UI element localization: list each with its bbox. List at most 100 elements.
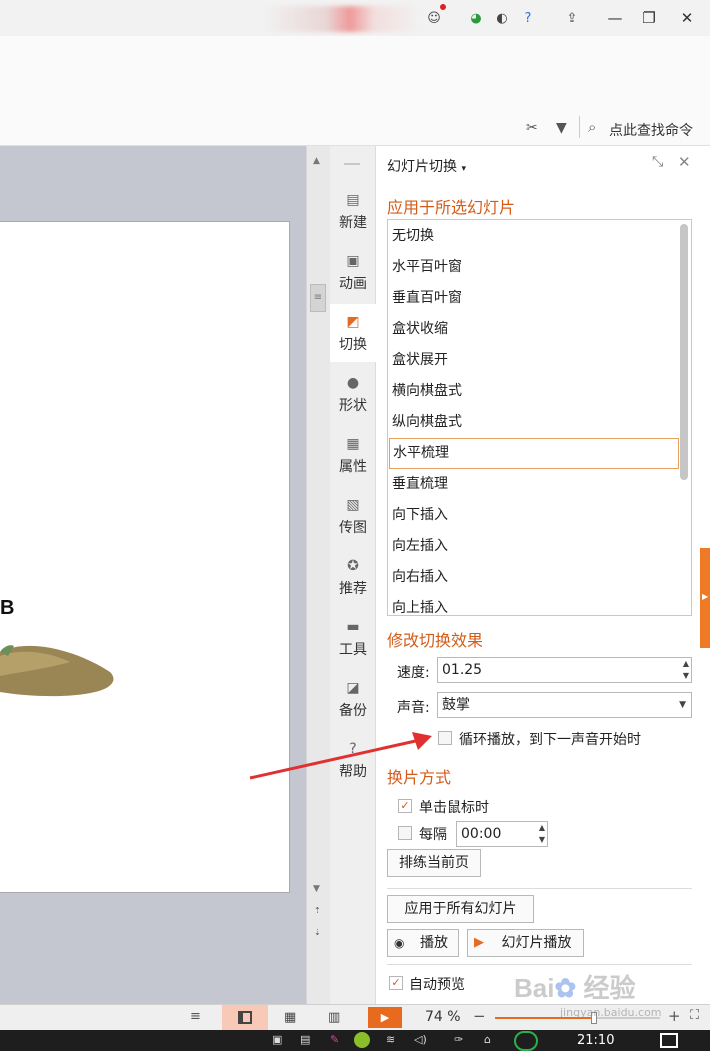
every-checkbox[interactable] [398, 826, 412, 840]
browser-icon[interactable]: ◕ [466, 8, 486, 28]
zoom-level[interactable]: 74 % [425, 1009, 461, 1025]
rail-tab-2[interactable]: ◩ 切换 [330, 304, 376, 362]
normal-view-icon [238, 1011, 252, 1024]
apply-selected-heading: 应用于所选幻灯片 [387, 198, 516, 217]
prev-page-icon[interactable]: ⇡ [314, 906, 321, 915]
pane-close-icon[interactable]: ✕ [678, 153, 691, 171]
transition-list-item[interactable]: 盒状展开 [389, 345, 679, 376]
fit-window-icon[interactable]: ⛶ [690, 1008, 699, 1023]
minimize-button[interactable]: — [602, 6, 628, 30]
modify-effect-heading: 修改切换效果 [387, 631, 484, 650]
pane-title[interactable]: 幻灯片切换 ▾ [387, 156, 466, 176]
rail-tab-5[interactable]: ▧ 传图 [330, 487, 376, 545]
tray-icon[interactable] [514, 1031, 538, 1051]
scroll-thumb[interactable]: ≡ [310, 284, 326, 312]
slideshow-button[interactable]: ▶ 幻灯片播放 [467, 929, 584, 957]
on-click-checkbox[interactable]: ✓ [398, 799, 412, 813]
sound-label: 声音: [397, 700, 430, 716]
rail-tab-7[interactable]: ▬ 工具 [330, 609, 376, 667]
clock[interactable]: 21:10 [577, 1033, 614, 1048]
collapse-pane-tab[interactable]: ▶ [700, 548, 710, 648]
rail-tab-label: 切换 [339, 336, 367, 353]
transition-list-item[interactable]: 向下插入 [389, 500, 679, 531]
rail-tab-0[interactable]: ▤ 新建 [330, 182, 376, 240]
stepper-up-icon[interactable]: ▲ [683, 658, 689, 670]
play-button[interactable]: ◉ 播放 [387, 929, 459, 957]
slideshow-start-button[interactable]: ▶ [368, 1007, 402, 1028]
tray-icon[interactable]: ▤ [300, 1033, 310, 1046]
rail-tab-label: 动画 [339, 275, 367, 292]
tray-icon[interactable]: ▣ [272, 1033, 282, 1046]
list-scrollbar-thumb[interactable] [680, 224, 688, 480]
network-icon[interactable]: ≋ [386, 1033, 395, 1046]
rehearse-button[interactable]: 排练当前页 [387, 849, 481, 877]
grip-handle[interactable] [344, 163, 360, 165]
find-command-input[interactable]: 点此查找命令 [609, 120, 693, 140]
stepper-down-icon[interactable]: ▼ [539, 834, 545, 846]
slide-canvas[interactable]: B [0, 221, 290, 893]
vertical-scrollbar[interactable]: ▲ ≡ ▼ ⇡ ⇣ [306, 146, 330, 1004]
tray-icon[interactable] [354, 1032, 370, 1048]
pin-icon[interactable]: ✂ [526, 120, 538, 136]
reading-view-icon[interactable]: ▥ [328, 1010, 340, 1025]
backup-icon: ◪ [346, 679, 360, 696]
sorter-view-icon[interactable]: ▦ [284, 1010, 296, 1025]
on-click-label: 单击鼠标时 [419, 800, 489, 816]
transition-list-item[interactable]: 横向棋盘式 [389, 376, 679, 407]
zoom-out-button[interactable]: − [473, 1007, 486, 1025]
divider [579, 116, 580, 138]
rail-tab-1[interactable]: ▣ 动画 [330, 243, 376, 301]
volume-icon[interactable]: ◁) [414, 1033, 427, 1046]
rail-tab-6[interactable]: ✪ 推荐 [330, 548, 376, 606]
auto-preview-label: 自动预览 [409, 977, 465, 993]
scroll-up-icon[interactable]: ▲ [313, 156, 320, 166]
search-icon[interactable]: ⌕ [588, 118, 596, 136]
annotation-arrow [249, 732, 432, 780]
loop-checkbox[interactable] [438, 731, 452, 745]
transition-list-item[interactable]: 向右插入 [389, 562, 679, 593]
comment-icon[interactable]: ▼ [556, 120, 567, 136]
tray-icon[interactable]: ⌂ [484, 1033, 491, 1046]
rail-tab-4[interactable]: ▦ 属性 [330, 426, 376, 484]
watermark-logo: Bai✿ 经验 [514, 973, 636, 1003]
stepper-down-icon[interactable]: ▼ [683, 670, 689, 682]
close-button[interactable]: ✕ [674, 6, 700, 30]
rail-tab-label: 形状 [339, 397, 367, 414]
dock-icon[interactable]: ⤡ [652, 154, 663, 170]
shape-icon: ● [346, 374, 360, 391]
transition-list-item[interactable]: 水平梳理 [389, 438, 679, 469]
property-icon: ▦ [346, 435, 360, 452]
zoom-in-button[interactable]: + [668, 1007, 681, 1025]
help-icon[interactable]: ? [518, 8, 538, 28]
side-tab-rail: ▤ 新建 ▣ 动画 ◩ 切换 ● 形状 ▦ 属性 ▧ 传图 ✪ 推荐 ▬ 工具 ◪ 备份? 帮助 [330, 146, 376, 1004]
notification-icon[interactable] [660, 1033, 678, 1048]
transition-list-item[interactable]: 向左插入 [389, 531, 679, 562]
every-time-stepper[interactable]: 00:00 ▲ ▼ [456, 821, 548, 847]
stepper-up-icon[interactable]: ▲ [539, 822, 545, 834]
apply-all-button[interactable]: 应用于所有幻灯片 [387, 895, 534, 923]
rail-tab-3[interactable]: ● 形状 [330, 365, 376, 423]
transition-list-item[interactable]: 无切换 [389, 221, 679, 252]
pen-icon[interactable]: ✑ [454, 1033, 463, 1046]
transition-list-item[interactable]: 垂直百叶窗 [389, 283, 679, 314]
next-page-icon[interactable]: ⇣ [314, 928, 321, 937]
tray-icon[interactable]: ✎ [330, 1033, 339, 1046]
transition-list-item[interactable]: 水平百叶窗 [389, 252, 679, 283]
scroll-down-icon[interactable]: ▼ [313, 884, 320, 894]
every-label: 每隔 [419, 827, 447, 843]
transition-list-item[interactable]: 向上插入 [389, 593, 679, 615]
user-icon[interactable]: ☺ [424, 8, 444, 28]
notes-toggle-icon[interactable]: ≡ [190, 1009, 201, 1024]
sound-select[interactable]: 鼓掌 ▼ [437, 692, 692, 718]
transition-list[interactable]: 无切换 水平百叶窗 垂直百叶窗 盒状收缩 盒状展开 横向棋盘式 纵向棋盘式 水平梳理 垂直梳理向… [387, 219, 692, 616]
speed-stepper[interactable]: 01.25 ▲ ▼ [437, 657, 692, 683]
transition-list-item[interactable]: 垂直梳理 [389, 469, 679, 500]
auto-preview-checkbox[interactable]: ✓ [389, 976, 403, 990]
skin-icon[interactable]: ◐ [492, 8, 512, 28]
transition-list-item[interactable]: 盒状收缩 [389, 314, 679, 345]
slide-shape[interactable] [0, 622, 120, 712]
normal-view-button[interactable] [222, 1005, 268, 1031]
restore-button[interactable]: ❐ [636, 6, 662, 30]
upload-icon[interactable]: ⇪ [562, 8, 582, 28]
transition-list-item[interactable]: 纵向棋盘式 [389, 407, 679, 438]
